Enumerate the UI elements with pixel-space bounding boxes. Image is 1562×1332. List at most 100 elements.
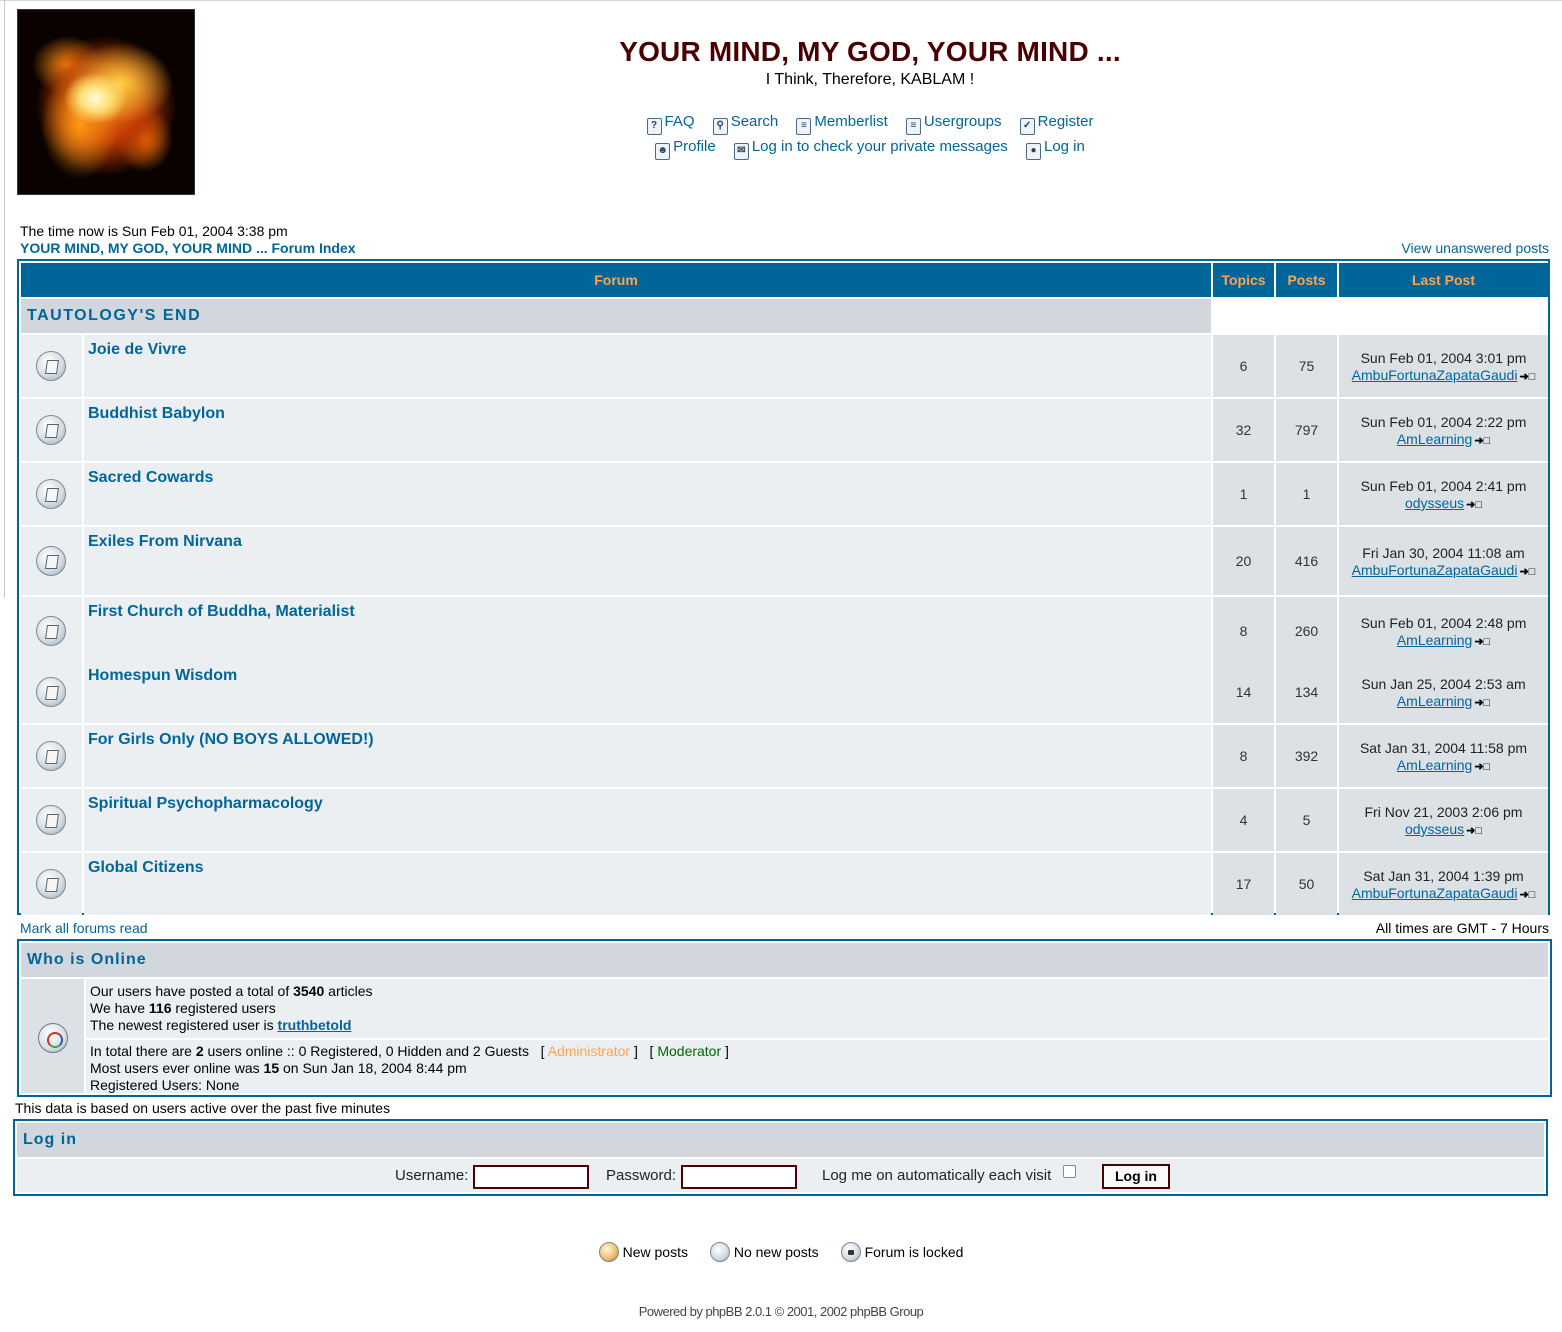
last-post-date: Sun Feb 01, 2004 3:01 pm — [1360, 350, 1527, 366]
forum-link[interactable]: Buddhist Babylon — [88, 405, 225, 423]
who-is-online-panel: Who is Online Our users have posted a to… — [17, 939, 1552, 1097]
forum-link[interactable]: Spiritual Psychopharmacology — [88, 795, 323, 813]
site-logo[interactable] — [17, 9, 195, 195]
last-post-user-link[interactable]: AmbuFortunaZapataGaudi — [1352, 562, 1518, 578]
forum-row: Buddhist Babylon 32 797 Sun Feb 01, 2004 2:… — [21, 399, 1548, 461]
last-post-cell: Fri Jan 30, 2004 11:08 am AmbuFortunaZapa… — [1339, 527, 1548, 595]
forum-status-cell — [21, 661, 82, 723]
login-button[interactable]: Log in — [1102, 1164, 1170, 1189]
nav-faq[interactable]: ? FAQ — [646, 113, 695, 135]
last-post-user-link[interactable]: AmLearning — [1397, 431, 1473, 447]
forum-name-cell: First Church of Buddha, Materialist — [84, 597, 1211, 665]
last-post-cell: Sun Feb 01, 2004 2:22 pm AmLearning ➜□ — [1339, 399, 1548, 461]
forum-status-cell — [21, 725, 82, 787]
forum-status-cell — [21, 597, 82, 665]
mark-all-read-link[interactable]: Mark all forums read — [20, 920, 148, 936]
view-latest-post-icon[interactable]: ➜□ — [1474, 760, 1490, 773]
password-input[interactable] — [681, 1165, 797, 1189]
header-posts: Posts — [1276, 263, 1337, 297]
nav-private-messages[interactable]: ✉ Log in to check your private messages — [733, 138, 1008, 160]
last-post-date: Fri Jan 30, 2004 11:08 am — [1362, 545, 1525, 561]
active-note: This data is based on users active over … — [15, 1100, 391, 1116]
last-post-date: Sun Feb 01, 2004 2:22 pm — [1360, 414, 1527, 430]
nav-search[interactable]: ⚲ Search — [712, 113, 778, 135]
last-post-user-link[interactable]: AmLearning — [1397, 693, 1473, 709]
last-post-author: AmLearning ➜□ — [1339, 431, 1548, 447]
forum-row: For Girls Only (NO BOYS ALLOWED!) 8 392 Sat… — [21, 725, 1548, 787]
view-latest-post-icon[interactable]: ➜□ — [1474, 434, 1490, 447]
auto-login-label: Log me on automatically each visit — [822, 1167, 1052, 1184]
last-post-author: odysseus ➜□ — [1339, 821, 1548, 837]
header-topics: Topics — [1213, 263, 1274, 297]
forum-link[interactable]: Global Citizens — [88, 859, 204, 877]
online-block: In total there are 2 users online :: 0 R… — [86, 1040, 1548, 1093]
view-latest-post-icon[interactable]: ➜□ — [1519, 565, 1535, 578]
nav-profile[interactable]: ☻ Profile — [655, 138, 716, 160]
forum-locked-icon — [840, 1242, 861, 1262]
login-title[interactable]: Log in — [23, 1123, 77, 1157]
login-panel: Log in Username: Password: Log me on aut… — [13, 1119, 1548, 1196]
last-post-user-link[interactable]: odysseus — [1405, 821, 1464, 837]
category-title[interactable]: TAUTOLOGY'S END — [27, 299, 201, 333]
nav-login[interactable]: ● Log in — [1025, 138, 1085, 160]
forum-link[interactable]: Exiles From Nirvana — [88, 533, 242, 551]
auto-login-checkbox[interactable] — [1063, 1165, 1076, 1178]
forum-status-cell — [21, 527, 82, 595]
forum-link[interactable]: Sacred Cowards — [88, 469, 213, 487]
header-forum: Forum — [21, 263, 1211, 297]
no-new-posts-icon — [709, 1242, 730, 1262]
view-latest-post-icon[interactable]: ➜□ — [1519, 370, 1535, 383]
current-time: The time now is Sun Feb 01, 2004 3:38 pm — [20, 223, 288, 239]
legend-new-posts: New posts — [598, 1242, 688, 1262]
last-post-date: Sun Feb 01, 2004 2:41 pm — [1360, 478, 1527, 494]
topics-count: 4 — [1213, 789, 1274, 851]
view-unanswered-link[interactable]: View unanswered posts — [1401, 240, 1549, 256]
nav-row-main: ? FAQ ⚲ Search ≡ Memberlist ≡ Usergroups ✓ Re… — [520, 113, 1220, 135]
whos-online-icon — [38, 1023, 68, 1053]
forum-row: Sacred Cowards 1 1 Sun Feb 01, 2004 2:41 pm… — [21, 463, 1548, 525]
view-latest-post-icon[interactable]: ➜□ — [1466, 824, 1482, 837]
breadcrumb-forum-index[interactable]: YOUR MIND, MY GOD, YOUR MIND ... Forum I… — [20, 240, 356, 256]
last-post-author: AmbuFortunaZapataGaudi ➜□ — [1339, 367, 1548, 383]
forum-row: Joie de Vivre 6 75 Sun Feb 01, 2004 3:01 pm… — [21, 335, 1548, 397]
last-post-author: AmLearning ➜□ — [1339, 757, 1548, 773]
who-is-online-header: Who is Online — [21, 943, 1548, 977]
view-latest-post-icon[interactable]: ➜□ — [1519, 888, 1535, 901]
view-latest-post-icon[interactable]: ➜□ — [1466, 498, 1482, 511]
folder-icon — [36, 869, 66, 899]
last-post-date: Sat Jan 31, 2004 1:39 pm — [1363, 868, 1524, 884]
forum-row: Global Citizens 17 50 Sat Jan 31, 2004 1:39… — [21, 853, 1548, 915]
last-post-cell: Sat Jan 31, 2004 11:58 pm AmLearning ➜□ — [1339, 725, 1548, 787]
last-post-user-link[interactable]: AmbuFortunaZapataGaudi — [1352, 885, 1518, 901]
nav-register[interactable]: ✓ Register — [1019, 113, 1094, 135]
view-latest-post-icon[interactable]: ➜□ — [1474, 696, 1490, 709]
view-latest-post-icon[interactable]: ➜□ — [1474, 635, 1490, 648]
last-post-cell: Sun Jan 25, 2004 2:53 am AmLearning ➜□ — [1339, 661, 1548, 723]
last-post-user-link[interactable]: AmbuFortunaZapataGaudi — [1352, 367, 1518, 383]
forum-link[interactable]: First Church of Buddha, Materialist — [88, 603, 355, 621]
last-post-author: AmbuFortunaZapataGaudi ➜□ — [1339, 562, 1548, 578]
last-post-date: Sat Jan 31, 2004 11:58 pm — [1359, 740, 1528, 756]
last-post-user-link[interactable]: AmLearning — [1397, 632, 1473, 648]
last-post-user-link[interactable]: odysseus — [1405, 495, 1464, 511]
last-post-author: AmLearning ➜□ — [1339, 693, 1548, 709]
topics-count: 6 — [1213, 335, 1274, 397]
forum-name-cell: Global Citizens — [84, 853, 1211, 915]
login-header: Log in — [17, 1123, 1544, 1157]
forum-link[interactable]: For Girls Only (NO BOYS ALLOWED!) — [88, 731, 374, 749]
newest-user-link[interactable]: truthbetold — [278, 1017, 352, 1033]
login-form: Username: Password: Log me on automatica… — [17, 1159, 1544, 1192]
forum-link[interactable]: Homespun Wisdom — [88, 667, 237, 685]
last-post-user-link[interactable]: AmLearning — [1397, 757, 1473, 773]
who-is-online-title[interactable]: Who is Online — [27, 943, 147, 977]
topics-count: 32 — [1213, 399, 1274, 461]
folder-icon — [36, 616, 66, 646]
timezone-note: All times are GMT - 7 Hours — [1375, 920, 1549, 936]
moderator-legend: Moderator — [657, 1043, 722, 1059]
last-post-cell: Sun Feb 01, 2004 2:48 pm AmLearning ➜□ — [1339, 597, 1548, 665]
username-input[interactable] — [473, 1165, 589, 1189]
nav-usergroups[interactable]: ≡ Usergroups — [905, 113, 1001, 135]
forum-name-cell: Joie de Vivre — [84, 335, 1211, 397]
nav-memberlist[interactable]: ≡ Memberlist — [796, 113, 888, 135]
forum-link[interactable]: Joie de Vivre — [88, 341, 186, 359]
